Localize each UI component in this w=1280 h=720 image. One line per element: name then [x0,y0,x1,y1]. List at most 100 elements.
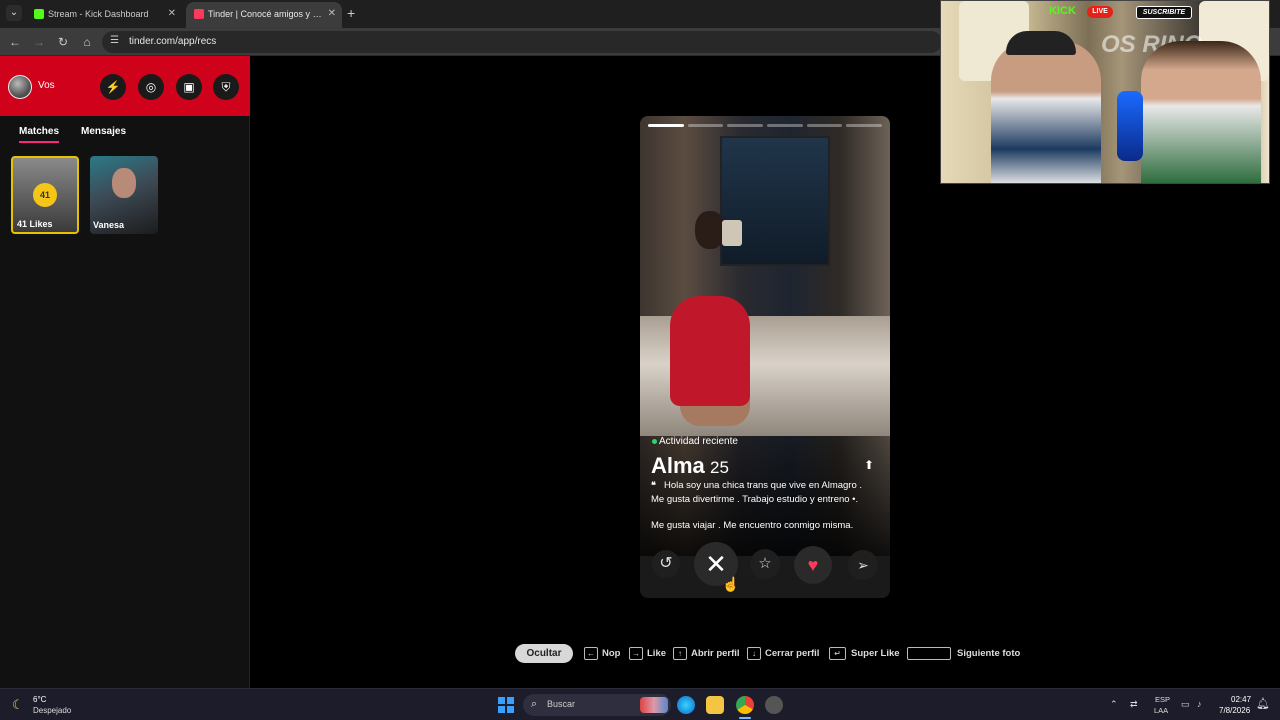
webcam-overlay: OS RINO KICK LIVE SUSCRIBITE [940,0,1270,184]
weather-description[interactable]: Despejado [33,706,71,715]
taskbar-search[interactable]: ⌕ Buscar [523,694,671,716]
likes-label: 41 Likes [17,219,53,229]
home-icon[interactable]: ⌂ [79,34,95,50]
edge-icon[interactable] [677,696,695,714]
streamer-left [991,41,1101,183]
profile-name[interactable]: Vos [38,80,55,91]
windows-start-icon[interactable] [498,697,514,713]
photo-progress-segment[interactable] [687,124,724,127]
rewind-button[interactable]: ↺ [652,550,680,578]
new-tab-button[interactable]: + [347,5,355,21]
open-profile-arrow-icon[interactable]: ⬆ [864,458,874,472]
photo-progress-segment[interactable] [846,124,882,127]
photo-progress-segment[interactable] [648,124,684,127]
match-photo [112,168,136,198]
live-badge: LIVE [1087,6,1113,18]
network-icon[interactable]: ⇄ [1130,699,1138,710]
tinder-favicon-icon [194,9,204,19]
weather-temperature[interactable]: 6°C [33,695,46,704]
keyboard-layout[interactable]: LAA [1154,706,1168,715]
bio-line: Me gusta divertirme . Trabajo estudio y … [651,494,859,505]
photo-dress [670,296,750,406]
shortcut-label: Abrir perfil [691,648,740,659]
app-icon[interactable] [765,696,783,714]
mouse-cursor-icon: ☝ [722,576,740,592]
kick-logo: KICK [1049,5,1076,17]
key-enter-icon: ↵ [829,647,846,660]
clock-date[interactable]: 7/8/2026 [1219,706,1250,715]
language-indicator[interactable]: ESP [1155,695,1170,704]
super-like-button[interactable]: ☆ [750,549,780,579]
tab-title: Stream - Kick Dashboard [48,9,149,19]
shortcut-label: Like [647,648,667,659]
search-highlight-icon [640,697,668,713]
online-dot-icon [652,439,657,444]
active-app-indicator [739,717,751,719]
tinder-sidebar: Vos ⚡ ◎ ▣ ⛨ Matches Mensajes 41 41 Likes… [0,56,250,688]
tab-tinder[interactable]: Tinder | Conocé amigos y gente nueva ✕ [186,2,342,28]
tab-kick-dashboard[interactable]: Stream - Kick Dashboard ✕ [26,2,182,28]
reload-icon[interactable]: ↻ [55,34,71,50]
hide-shortcuts-button[interactable]: Ocultar [515,644,573,663]
profile-name-title: Alma [651,453,705,478]
tune-icon[interactable]: ☰ [110,35,119,46]
quote-icon: ❝ [651,480,656,490]
moon-icon[interactable]: ☾ [12,697,24,713]
activity-status: Actividad reciente [659,436,738,447]
keyboard-shortcuts-bar: Ocultar ← Nop → Like ↑ Abrir perfil ↓ Ce… [0,644,1280,664]
active-tab-indicator [19,141,59,143]
photo-progress-segment[interactable] [727,124,763,127]
shortcut-label: Cerrar perfil [765,648,820,659]
subscribe-badge: SUSCRIBITE [1136,6,1192,19]
shield-icon[interactable]: ⛨ [213,74,239,100]
file-explorer-icon[interactable] [706,696,724,714]
forward-arrow-icon[interactable]: → [31,34,47,50]
lightning-icon[interactable]: ⚡ [100,74,126,100]
shortcut-label: Nop [602,648,621,659]
kick-favicon-icon [34,9,44,19]
shortcut-label: Super Like [851,648,900,659]
microphone [1117,91,1143,161]
url-text: tinder.com/app/recs [129,36,217,47]
back-arrow-icon[interactable]: ← [7,34,23,50]
profile-card[interactable]: Actividad reciente Alma 25 ⬆ ❝ Hola soy … [640,116,890,598]
boost-button[interactable]: ➢ [848,550,878,580]
tab-title: Tinder | Conocé amigos y gente nueva [208,9,322,19]
search-placeholder: Buscar [547,699,576,709]
tab-matches[interactable]: Matches [19,126,59,137]
compass-icon[interactable]: ◎ [138,74,164,100]
like-button[interactable]: ♥ [794,546,832,584]
bio-line: Hola soy una chica trans que vive en Alm… [664,480,863,491]
display-icon[interactable]: ▭ [1181,699,1190,710]
photo-phone [722,220,742,246]
address-bar[interactable]: ☰ tinder.com/app/recs [102,31,942,53]
photo-head [695,211,725,249]
close-tab-icon[interactable]: ✕ [328,2,336,26]
key-right-icon: → [629,647,643,660]
avatar[interactable] [8,75,32,99]
photo-progress-segment[interactable] [767,124,803,127]
key-down-icon: ↓ [747,647,761,660]
sidebar-header: Vos ⚡ ◎ ▣ ⛨ [0,56,250,116]
photo-progress-segment[interactable] [806,124,843,127]
streamer-right [1141,41,1261,183]
search-icon: ⌕ [531,698,538,710]
close-tab-icon[interactable]: ✕ [168,2,176,26]
notification-bell-icon[interactable]: 🔔︎ [1256,697,1270,710]
windows-taskbar: ☾ 6°C Despejado ⌕ Buscar ⌃ ⇄ ESP LAA ▭ ♪… [0,688,1280,720]
key-left-icon: ← [584,647,598,660]
likes-card[interactable]: 41 41 Likes [11,156,79,234]
chevron-up-icon[interactable]: ⌃ [1110,699,1118,710]
chrome-icon[interactable] [736,696,754,714]
clock-time[interactable]: 02:47 [1231,695,1251,704]
key-up-icon: ↑ [673,647,687,660]
key-space-icon [907,647,951,660]
bio-line: Me gusta viajar . Me encuentro conmigo m… [651,520,854,531]
profile-age: 25 [710,458,729,477]
tab-search-button[interactable]: ⌄ [6,5,22,21]
match-card-vanesa[interactable]: Vanesa [90,156,158,234]
photo-window [720,136,830,266]
tab-mensajes[interactable]: Mensajes [81,126,126,137]
volume-icon[interactable]: ♪ [1197,699,1202,709]
briefcase-icon[interactable]: ▣ [176,74,202,100]
